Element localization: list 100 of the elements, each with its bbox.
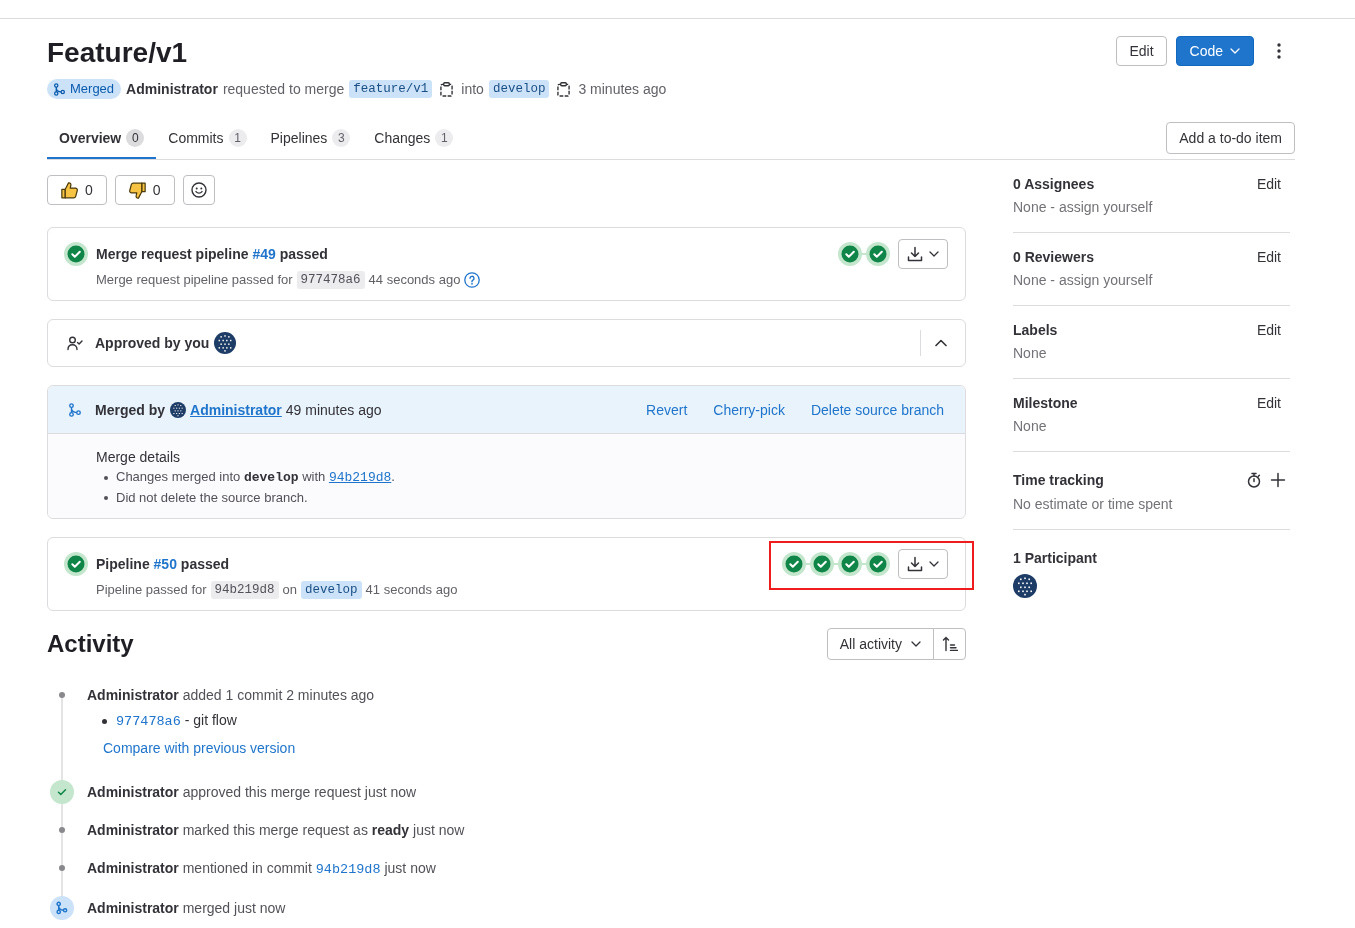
stage-connector [862,563,866,565]
sidebar-title: Time tracking [1013,471,1104,490]
sidebar-title: Labels [1013,321,1058,340]
merge-action-button[interactable]: Cherry-pick [705,395,793,424]
approval-text: Approved by you [95,334,210,353]
pipeline-link[interactable]: #49 [252,246,276,262]
check-circle-icon[interactable] [810,552,834,576]
edit-button[interactable]: Edit [1256,247,1281,267]
check-circle-icon[interactable] [782,552,806,576]
branch-label[interactable]: develop [301,581,362,599]
activity-filter-dropdown[interactable]: All activity [826,628,934,660]
check-circle-icon [50,780,74,804]
avatar-icon[interactable] [170,401,186,418]
chevron-down-icon [911,641,921,647]
pipeline-detail-text: Merge request pipeline passed for [96,271,293,289]
merge-icon [68,402,82,417]
user-link[interactable]: Administrator [190,399,282,420]
add-time-button[interactable] [1270,472,1286,488]
count-badge: 3 [332,129,351,147]
commit-sha-label: 977478a6 [296,271,365,289]
sidebar-value: None [1013,417,1048,436]
merge-details-title: Merge details [96,448,182,467]
bullet-icon [104,475,108,480]
edit-button[interactable]: Edit [1256,174,1281,194]
edit-button[interactable]: Edit [1116,36,1167,66]
activity-text: Administrator mentioned in commit 94b219d8 just now [87,859,436,879]
pipeline-detail-text: 41 seconds ago [365,581,458,599]
plus-icon [1270,472,1286,488]
merged-by-label: Merged by [95,400,165,420]
pipeline-link[interactable]: #50 [153,556,177,572]
sort-icon [941,636,958,652]
merge-action-button[interactable]: Delete source branch [802,395,952,424]
check-circle-icon[interactable] [838,242,862,266]
thumbs-down-button[interactable]: 0 [114,175,175,205]
code-dropdown-button[interactable]: Code [1175,36,1254,66]
meta-text: into [461,80,484,99]
pipeline-detail-text: Pipeline passed for [96,581,207,599]
thumbs-down-icon [128,181,146,199]
activity-text: Administrator added 1 commit 2 minutes ago [87,686,375,705]
timeline-dot-icon [59,865,65,871]
copy-icon[interactable] [440,81,454,97]
time-text: 49 minutes ago [285,400,382,420]
sidebar-value: No estimate or time spent [1013,495,1174,514]
avatar-icon[interactable] [1013,574,1037,598]
sort-button[interactable] [933,628,966,660]
edit-button[interactable]: Edit [1256,393,1281,413]
check-circle-icon[interactable] [838,552,862,576]
pipeline-title: Merge request pipeline #49 passed [96,245,329,264]
commit-sha-label: 94b219d8 [210,581,279,599]
download-button[interactable] [898,239,948,269]
bullet-icon [104,496,108,500]
stage-connector [862,253,866,255]
sidebar-value: None - assign yourself [1013,198,1154,217]
tab[interactable]: Commits 1 [156,117,259,159]
merge-action-button[interactable]: Revert [638,395,696,424]
download-button[interactable] [898,549,948,579]
chevron-up-icon [935,339,947,347]
chevron-down-icon [929,251,939,257]
page-title: Feature/v1 [47,36,189,70]
add-reaction-button[interactable] [182,175,215,205]
commit-entry-text: 977478a6 - git flow [116,711,237,731]
sidebar-title: 1 Participant [1013,549,1098,568]
todo-button[interactable]: Add a to-do item [1166,122,1295,154]
commit-link[interactable]: 94b219d8 [315,862,381,877]
check-circle-icon[interactable] [866,242,890,266]
branch-label[interactable]: develop [488,80,550,98]
compare-link[interactable]: Compare with previous version [103,738,296,758]
bullet-icon [102,718,107,724]
kebab-icon [1277,43,1281,59]
meta-text: requested to merge [222,80,345,99]
branch-label[interactable]: feature/v1 [349,80,433,98]
status-label: Merged [70,80,115,98]
thumbs-up-button[interactable]: 0 [47,175,107,205]
approval-icon [67,335,83,351]
count-badge: 1 [228,129,247,147]
check-circle-icon[interactable] [866,552,890,576]
activity-text: Administrator merged just now [87,899,286,918]
sidebar-title: Milestone [1013,394,1078,413]
chevron-down-icon [929,561,939,567]
activity-text: Administrator marked this merge request as ready just now [87,821,465,840]
time-text: 3 minutes ago [578,80,667,99]
thumbs-up-icon [61,181,78,199]
chevron-down-icon [1230,48,1240,54]
author-name[interactable]: Administrator [126,79,218,99]
tab[interactable]: Changes 1 [362,117,466,159]
merge-icon [53,82,66,96]
avatar-icon[interactable] [214,332,237,354]
commit-link[interactable]: 977478a6 [116,714,181,729]
timeline-dot-icon [59,692,65,698]
tab[interactable]: Overview 0 [47,117,157,159]
download-icon [907,556,923,572]
tab[interactable]: Pipelines 3 [258,117,363,159]
edit-button[interactable]: Edit [1256,320,1281,340]
activity-heading: Activity [47,629,135,659]
copy-icon[interactable] [557,81,571,97]
time-tracking-button[interactable] [1246,472,1262,488]
pipeline-detail-text: 44 seconds ago [368,271,461,289]
timeline-dot-icon [59,827,65,833]
help-icon[interactable] [464,272,481,288]
stage-connector [806,563,810,565]
